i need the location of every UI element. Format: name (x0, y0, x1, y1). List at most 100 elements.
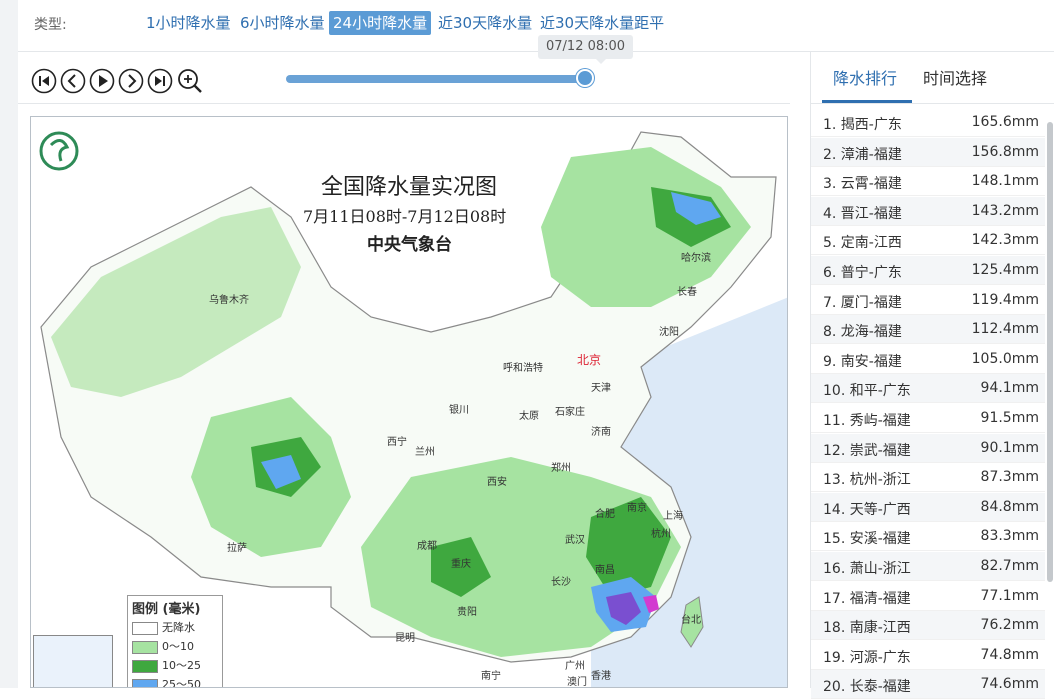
rank-value: 91.5mm (980, 410, 1039, 426)
rank-value: 74.8mm (980, 646, 1039, 663)
table-row[interactable]: 15. 安溪-福建 83.3mm (811, 522, 1045, 552)
rank-station: 16. 萧山-浙江 (823, 561, 911, 577)
table-row[interactable]: 13. 杭州-浙江 87.3mm (811, 463, 1045, 493)
rank-station: 18. 南康-江西 (823, 620, 911, 637)
city-label: 贵阳 (457, 607, 477, 618)
map-subtitle: 7月11日08时-7月12日08时 (303, 207, 507, 226)
table-row[interactable]: 17. 福清-福建 77.1mm (811, 582, 1045, 611)
play-icon[interactable] (89, 68, 115, 94)
city-label: 台北 (681, 615, 701, 626)
time-slider-handle[interactable] (576, 69, 594, 87)
city-label: 乌鲁木齐 (209, 295, 249, 306)
rank-station: 2. 漳浦-福建 (823, 146, 902, 163)
next-icon[interactable] (118, 68, 144, 94)
table-row[interactable]: 16. 萧山-浙江 82.7mm (811, 552, 1045, 581)
city-label: 呼和浩特 (503, 363, 543, 374)
city-label: 南京 (627, 503, 647, 514)
city-label: 太原 (519, 411, 539, 422)
rank-value: 119.4mm (971, 291, 1039, 308)
map-legend: 图例 (毫米) 无降水 0～10 10～25 25～50 (127, 595, 223, 687)
table-row[interactable]: 3. 云霄-福建 148.1mm (811, 167, 1045, 197)
city-label: 拉萨 (227, 543, 247, 554)
rank-value: 143.2mm (971, 202, 1039, 219)
city-label: 西宁 (387, 437, 407, 448)
table-row[interactable]: 20. 长泰-福建 74.6mm (811, 670, 1045, 699)
cma-logo-icon (41, 133, 77, 169)
rank-station: 4. 晋江-福建 (823, 205, 902, 222)
rank-value: 156.8mm (971, 143, 1039, 160)
map-title: 全国降水量实况图 (321, 175, 498, 200)
city-label: 天津 (591, 383, 611, 394)
table-row[interactable]: 14. 天等-广西 84.8mm (811, 492, 1045, 522)
rank-value: 74.6mm (980, 676, 1039, 693)
city-label: 银川 (449, 405, 469, 416)
legend-swatch (132, 659, 158, 673)
rank-station: 6. 普宁-广东 (823, 265, 902, 281)
table-row[interactable]: 4. 晋江-福建 143.2mm (811, 196, 1045, 226)
rank-station: 7. 厦门-福建 (823, 294, 902, 311)
city-label: 广州 (565, 661, 585, 672)
rank-station: 11. 秀屿-福建 (823, 413, 911, 429)
table-row[interactable]: 19. 河源-广东 74.8mm (811, 641, 1045, 670)
legend-title: 图例 (毫米) (132, 602, 201, 617)
city-label: 哈尔滨 (681, 253, 711, 264)
city-label: 南昌 (595, 565, 615, 576)
type-label: 类型: (34, 17, 67, 33)
rank-value: 76.2mm (980, 617, 1039, 634)
city-label: 郑州 (551, 463, 571, 474)
city-label: 上海 (663, 511, 683, 522)
tab-underline (822, 100, 912, 103)
legend-item: 无降水 (132, 620, 195, 638)
rank-station: 15. 安溪-福建 (823, 531, 911, 548)
rank-station: 1. 揭西-广东 (823, 117, 902, 133)
table-row[interactable]: 18. 南康-江西 76.2mm (811, 611, 1045, 641)
table-row[interactable]: 8. 龙海-福建 112.4mm (811, 315, 1045, 345)
rank-value: 142.3mm (971, 232, 1039, 249)
legend-item: 25～50 (132, 677, 201, 687)
panel-tabs: 降水排行 时间选择 (811, 52, 1054, 104)
tab-time-select[interactable]: 时间选择 (923, 65, 987, 89)
city-label: 武汉 (565, 535, 585, 546)
skip-end-icon[interactable] (147, 68, 173, 94)
playback-controls: 07/12 08:00 (18, 35, 790, 104)
type-30d-button[interactable]: 近30天降水量 (434, 11, 536, 35)
table-row[interactable]: 11. 秀屿-福建 91.5mm (811, 404, 1045, 433)
city-label: 杭州 (651, 529, 671, 540)
table-row[interactable]: 2. 漳浦-福建 156.8mm (811, 137, 1045, 167)
type-6h-button[interactable]: 6小时降水量 (236, 11, 329, 35)
time-slider-track[interactable] (286, 75, 588, 83)
zoom-in-icon[interactable] (177, 68, 203, 94)
skip-start-icon[interactable] (31, 68, 57, 94)
city-label: 成都 (417, 541, 437, 552)
city-label: 昆明 (395, 633, 415, 644)
legend-item: 10～25 (132, 658, 201, 676)
type-30d-anomaly-button[interactable]: 近30天降水量距平 (536, 11, 668, 35)
table-row[interactable]: 5. 定南-江西 142.3mm (811, 226, 1045, 256)
table-row[interactable]: 7. 厦门-福建 119.4mm (811, 286, 1045, 315)
prev-icon[interactable] (60, 68, 86, 94)
rank-value: 84.8mm (980, 498, 1039, 515)
table-row[interactable]: 6. 普宁-广东 125.4mm (811, 256, 1045, 285)
table-row[interactable]: 1. 揭西-广东 165.6mm (811, 108, 1045, 137)
type-toolbar: 类型: 1小时降水量 6小时降水量 24小时降水量 近30天降水量 近30天降水… (18, 0, 1054, 52)
scrollbar[interactable] (1047, 122, 1053, 582)
rank-station: 10. 和平-广东 (823, 383, 911, 400)
rank-value: 125.4mm (971, 262, 1039, 278)
legend-swatch (132, 678, 158, 687)
rank-station: 12. 崇武-福建 (823, 442, 911, 459)
legend-swatch (132, 621, 158, 635)
city-label: 重庆 (451, 559, 471, 570)
table-row[interactable]: 9. 南安-福建 105.0mm (811, 345, 1045, 374)
type-24h-button[interactable]: 24小时降水量 (329, 11, 432, 35)
rank-station: 17. 福清-福建 (823, 590, 911, 607)
city-label: 济南 (591, 427, 611, 438)
table-row[interactable]: 12. 崇武-福建 90.1mm (811, 433, 1045, 463)
city-label: 石家庄 (555, 407, 585, 418)
table-row[interactable]: 10. 和平-广东 94.1mm (811, 374, 1045, 404)
city-label: 澳门 (567, 677, 587, 688)
rank-station: 3. 云霄-福建 (823, 176, 902, 193)
tab-ranking[interactable]: 降水排行 (833, 65, 897, 89)
type-1h-button[interactable]: 1小时降水量 (142, 11, 235, 35)
precipitation-map[interactable]: 全国降水量实况图 7月11日08时-7月12日08时 中央气象台 乌鲁木齐 哈尔… (30, 116, 788, 688)
city-label: 兰州 (415, 447, 435, 458)
